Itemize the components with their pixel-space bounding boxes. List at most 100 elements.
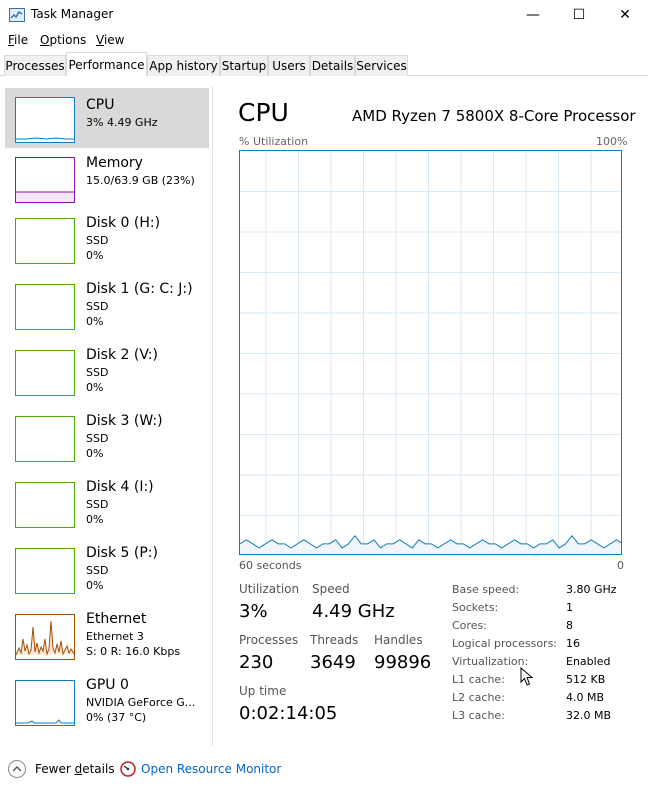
ethernet-thumbnail-graph: [15, 614, 75, 660]
base-speed-label: Base speed:: [452, 583, 520, 596]
logical-processors-value: 16: [566, 637, 580, 650]
sidebar-item-disk4[interactable]: Disk 4 (I:) SSD 0%: [5, 476, 209, 536]
cpu-utilization-graph-svg: [240, 151, 621, 554]
menu-file-label: ile: [14, 33, 29, 47]
sidebar-item-disk3[interactable]: Disk 3 (W:) SSD 0%: [5, 410, 209, 470]
sidebar-item-cpu[interactable]: CPU 3% 4.49 GHz: [5, 88, 209, 148]
sidebar-disk5-usage: 0%: [86, 579, 104, 592]
sidebar-disk3-type: SSD: [86, 432, 109, 445]
threads-label: Threads: [310, 633, 359, 647]
virtualization-value: Enabled: [566, 655, 611, 668]
disk3-thumbnail-graph: [15, 416, 75, 462]
tab-users[interactable]: Users: [268, 55, 310, 76]
processes-label: Processes: [239, 633, 299, 647]
sidebar-disk0-title: Disk 0 (H:): [86, 215, 161, 231]
menu-options-label: ptions: [49, 33, 87, 47]
task-manager-icon: [9, 8, 25, 22]
sidebar-memory-title: Memory: [86, 155, 143, 171]
sidebar-disk2-title: Disk 2 (V:): [86, 347, 158, 363]
mouse-cursor-icon: [520, 666, 534, 690]
tab-performance[interactable]: Performance: [66, 52, 147, 76]
title-bar: Task Manager — ☐ ✕: [0, 0, 648, 30]
logical-processors-label: Logical processors:: [452, 637, 558, 650]
disk1-thumbnail-graph: [15, 284, 75, 330]
close-button[interactable]: ✕: [602, 0, 648, 30]
sidebar-item-disk2[interactable]: Disk 2 (V:) SSD 0%: [5, 344, 209, 404]
cores-value: 8: [566, 619, 573, 632]
cpu-thumbnail-graph: [15, 97, 75, 143]
tab-strip: Processes Performance App history Startu…: [0, 52, 648, 76]
utilization-label: Utilization: [239, 582, 300, 596]
disk5-thumbnail-graph: [15, 548, 75, 594]
sidebar-disk4-usage: 0%: [86, 513, 104, 526]
sidebar-item-ethernet[interactable]: Ethernet Ethernet 3 S: 0 R: 16.0 Kbps: [5, 608, 209, 668]
tab-startup[interactable]: Startup: [220, 55, 268, 76]
chevron-up-icon[interactable]: [8, 760, 26, 778]
sidebar-item-disk0[interactable]: Disk 0 (H:) SSD 0%: [5, 212, 209, 272]
menu-view[interactable]: View: [96, 33, 124, 47]
l1-cache-label: L1 cache:: [452, 673, 505, 686]
minimize-button[interactable]: —: [510, 0, 556, 30]
l3-cache-label: L3 cache:: [452, 709, 505, 722]
memory-thumbnail-graph: [15, 157, 75, 203]
maximize-button[interactable]: ☐: [556, 0, 602, 30]
sidebar-cpu-usage: 3% 4.49 GHz: [86, 116, 158, 129]
uptime-label: Up time: [239, 684, 287, 698]
processes-value: 230: [239, 652, 274, 673]
handles-value: 99896: [374, 652, 432, 673]
sidebar-ethernet-throughput: S: 0 R: 16.0 Kbps: [86, 645, 181, 658]
sidebar-disk5-title: Disk 5 (P:): [86, 545, 158, 561]
sidebar-disk4-title: Disk 4 (I:): [86, 479, 154, 495]
l1-cache-value: 512 KB: [566, 673, 606, 686]
sidebar-ethernet-title: Ethernet: [86, 611, 147, 627]
sidebar-item-disk1[interactable]: Disk 1 (G: C: J:) SSD 0%: [5, 278, 209, 338]
window-title: Task Manager: [31, 7, 114, 21]
disk0-thumbnail-graph: [15, 218, 75, 264]
cpu-utilization-graph: [239, 150, 622, 555]
sidebar-disk0-type: SSD: [86, 234, 109, 247]
sockets-value: 1: [566, 601, 573, 614]
l2-cache-label: L2 cache:: [452, 691, 505, 704]
cpu-model-name: AMD Ryzen 7 5800X 8-Core Processor: [352, 107, 636, 125]
open-resource-monitor-link[interactable]: Open Resource Monitor: [141, 762, 281, 776]
sidebar-item-gpu0[interactable]: GPU 0 NVIDIA GeForce G... 0% (37 °C): [5, 674, 209, 734]
sidebar-disk2-type: SSD: [86, 366, 109, 379]
sidebar-disk1-usage: 0%: [86, 315, 104, 328]
resource-monitor-icon[interactable]: [120, 761, 136, 777]
tab-processes[interactable]: Processes: [4, 55, 66, 76]
l3-cache-value: 32.0 MB: [566, 709, 612, 722]
uptime-value: 0:02:14:05: [239, 703, 338, 724]
sidebar-ethernet-adapter: Ethernet 3: [86, 630, 144, 643]
gpu0-thumbnail-graph: [15, 680, 75, 726]
menu-bar: File Options View: [0, 30, 648, 52]
sidebar-disk5-type: SSD: [86, 564, 109, 577]
menu-file[interactable]: File: [8, 33, 28, 47]
sidebar-item-memory[interactable]: Memory 15.0/63.9 GB (23%): [5, 148, 209, 208]
speed-value: 4.49 GHz: [312, 601, 395, 622]
tab-services[interactable]: Services: [355, 55, 408, 76]
sidebar-disk1-type: SSD: [86, 300, 109, 313]
base-speed-value: 3.80 GHz: [566, 583, 617, 596]
menu-options[interactable]: Options: [40, 33, 86, 47]
menu-view-accel: V: [96, 33, 104, 47]
graph-time-span: 60 seconds: [239, 559, 302, 572]
graph-time-end: 0: [617, 559, 624, 572]
tab-app-history[interactable]: App history: [147, 55, 220, 76]
disk4-thumbnail-graph: [15, 482, 75, 528]
sockets-label: Sockets:: [452, 601, 499, 614]
menu-view-label: iew: [103, 33, 125, 47]
utilization-axis-label: % Utilization: [239, 135, 309, 148]
threads-value: 3649: [310, 652, 356, 673]
fewer-details-button[interactable]: Fewer details: [35, 762, 115, 776]
sidebar-item-disk5[interactable]: Disk 5 (P:) SSD 0%: [5, 542, 209, 602]
sidebar-memory-usage: 15.0/63.9 GB (23%): [86, 174, 195, 187]
sidebar-gpu0-title: GPU 0: [86, 677, 129, 693]
fewer-details-label-start: Fewer: [35, 762, 75, 776]
speed-label: Speed: [312, 582, 350, 596]
sidebar-gpu0-usage: 0% (37 °C): [86, 711, 147, 724]
tab-details[interactable]: Details: [310, 55, 355, 76]
sidebar-disk4-type: SSD: [86, 498, 109, 511]
sidebar-disk0-usage: 0%: [86, 249, 104, 262]
l2-cache-value: 4.0 MB: [566, 691, 605, 704]
sidebar-cpu-title: CPU: [86, 97, 115, 113]
